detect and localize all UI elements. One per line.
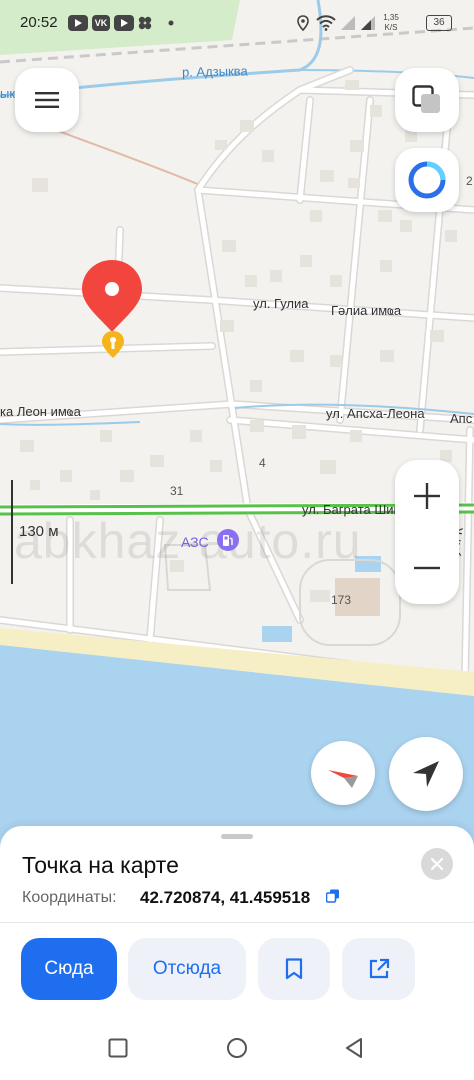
back-triangle-icon bbox=[346, 1038, 362, 1058]
bookmark-button[interactable] bbox=[258, 938, 330, 1000]
route-here-button[interactable]: Сюда bbox=[21, 938, 117, 1000]
square-icon bbox=[108, 1038, 128, 1058]
menu-button[interactable] bbox=[15, 68, 79, 132]
vk-icon: VK bbox=[92, 15, 110, 31]
house-number-4: 4 bbox=[259, 456, 266, 470]
circle-icon bbox=[227, 1038, 247, 1058]
copy-button[interactable] bbox=[325, 889, 342, 905]
route-from-label: Отсюда bbox=[152, 958, 222, 979]
alice-icon bbox=[408, 161, 446, 199]
sheet-handle[interactable] bbox=[221, 834, 253, 839]
recents-button[interactable] bbox=[108, 1038, 128, 1058]
zoom-in-icon bbox=[414, 483, 440, 509]
coordinates-value[interactable]: 42.720874, 41.459518 bbox=[140, 888, 310, 908]
street-label-apsha-cut: Апс bbox=[450, 411, 473, 426]
river-label-left: ык bbox=[0, 86, 16, 101]
route-here-label: Сюда bbox=[44, 958, 94, 979]
signal-icon-1 bbox=[340, 15, 356, 31]
dot-icon bbox=[168, 15, 174, 31]
place-marker-icon[interactable] bbox=[101, 330, 125, 360]
battery-level: 36 bbox=[433, 17, 445, 28]
zoom-control bbox=[395, 460, 459, 604]
network-speed-unit: K/S bbox=[384, 23, 398, 32]
alice-button[interactable] bbox=[395, 148, 459, 212]
route-from-button[interactable]: Отсюда bbox=[128, 938, 246, 1000]
battery-icon: 36 bbox=[426, 15, 452, 31]
home-button[interactable] bbox=[226, 1037, 248, 1059]
flower-icon bbox=[137, 15, 153, 31]
street-label-gulia: ул. Гулиа bbox=[253, 296, 309, 311]
locate-icon bbox=[413, 761, 439, 787]
share-button[interactable] bbox=[342, 938, 415, 1000]
gas-station-icon[interactable] bbox=[217, 529, 239, 551]
street-label-apsha-leona: ул. Апсха-Леона bbox=[326, 406, 425, 421]
compass-icon bbox=[328, 766, 358, 788]
status-bar: 20:52 VK 1,35 K/S 36 bbox=[0, 0, 474, 46]
gas-station-label: АЗС bbox=[181, 534, 209, 550]
system-nav-bar bbox=[0, 1012, 474, 1080]
close-icon bbox=[431, 858, 443, 870]
wifi-icon bbox=[315, 15, 337, 31]
back-button[interactable] bbox=[344, 1037, 364, 1059]
share-icon bbox=[369, 958, 389, 979]
copy-icon bbox=[325, 889, 339, 903]
coordinates-label: Координаты: bbox=[22, 889, 117, 906]
youtube-icon bbox=[68, 15, 88, 31]
bookmark-icon bbox=[285, 958, 303, 980]
zoom-out-icon bbox=[414, 566, 440, 570]
sheet-title: Точка на карте bbox=[22, 852, 179, 878]
house-number-2: 2 bbox=[466, 174, 473, 188]
scale-label: 130 м bbox=[19, 523, 59, 540]
youtube-icon-2 bbox=[114, 15, 134, 31]
zoom-in-button[interactable] bbox=[395, 460, 459, 532]
sheet-divider bbox=[0, 922, 474, 923]
house-number-31: 31 bbox=[170, 484, 184, 498]
layers-button[interactable] bbox=[395, 68, 459, 132]
layers-icon bbox=[412, 85, 440, 113]
network-speed: 1,35 K/S bbox=[380, 13, 402, 33]
menu-icon bbox=[35, 92, 59, 108]
street-label-gulia-abkh: Гәлиа имҩа bbox=[331, 303, 402, 318]
compass-button[interactable] bbox=[311, 741, 375, 805]
street-label-leon-abkh: ка Леон имҩа bbox=[0, 404, 81, 419]
signal-icon-2 bbox=[360, 15, 376, 31]
close-button[interactable] bbox=[421, 848, 453, 880]
house-number-173: 173 bbox=[331, 593, 352, 607]
river-label: р. Адзыква bbox=[181, 63, 248, 80]
network-speed-value: 1,35 bbox=[383, 13, 399, 22]
status-time: 20:52 bbox=[20, 14, 58, 31]
zoom-out-button[interactable] bbox=[395, 532, 459, 604]
location-status-icon bbox=[296, 15, 310, 31]
locate-button[interactable] bbox=[389, 737, 463, 811]
